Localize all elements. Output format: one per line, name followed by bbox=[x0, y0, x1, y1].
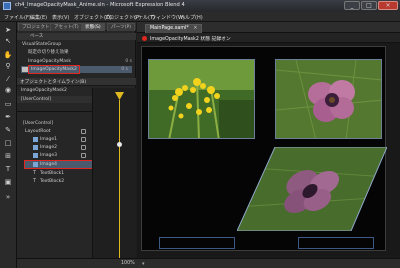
artboard[interactable] bbox=[141, 46, 387, 251]
scope-label: [UserControl] bbox=[21, 97, 52, 102]
record-on-icon[interactable] bbox=[142, 36, 147, 41]
image2-poppy[interactable] bbox=[275, 59, 382, 139]
state-time-1: 0 s bbox=[125, 59, 132, 64]
visibility-eye-icon[interactable] bbox=[81, 129, 86, 134]
tree-item-image4-label: Image4 bbox=[40, 162, 57, 167]
state-label-1: ImageOpacityMask bbox=[28, 59, 71, 64]
blend-app-icon bbox=[3, 2, 11, 10]
tab-mainpage-label: MainPage.xaml* bbox=[150, 26, 189, 31]
menu-view[interactable]: 表示(V) bbox=[52, 14, 69, 21]
state-record-icon bbox=[22, 67, 28, 72]
timeline-track-area[interactable] bbox=[92, 88, 136, 258]
textblock1-placeholder[interactable] bbox=[159, 237, 235, 249]
menu-edit[interactable]: 編集(E) bbox=[30, 14, 47, 21]
selection-arrow-icon[interactable]: ➤ bbox=[3, 25, 13, 34]
tree-item-textblock2-label: TextBlock2 bbox=[40, 179, 65, 184]
textblock2-placeholder[interactable] bbox=[298, 237, 374, 249]
tree-item-image1-label: Image1 bbox=[40, 137, 57, 142]
menu-file[interactable]: ファイル(F) bbox=[4, 14, 31, 21]
pencil-icon[interactable]: ✎ bbox=[3, 125, 13, 134]
control-icon[interactable]: ▣ bbox=[3, 177, 13, 186]
state-row-1[interactable]: ImageOpacityMask 0 s bbox=[17, 58, 136, 65]
text-icon: T bbox=[33, 178, 37, 184]
toolbox: ➤ ↖ ✋ ⚲ ⁄ ◉ ▭ ✒ ✎ □ ⊞ T ▣ » bbox=[0, 22, 17, 268]
objects-header: オブジェクトとタイムライン(B) bbox=[17, 78, 136, 86]
image4-skewed-poppy[interactable] bbox=[237, 147, 387, 231]
state-recording-bar: ImageOpacityMask2 状態 記録オン bbox=[137, 33, 400, 43]
default-transition-label: 既定の切り替え効果 bbox=[28, 50, 69, 55]
zoom-dropdown-icon[interactable]: ▾ bbox=[142, 261, 145, 267]
tab-parts[interactable]: パーツ(P) bbox=[107, 23, 136, 31]
status-bar: 100% ▾ bbox=[17, 258, 400, 268]
image-icon bbox=[33, 137, 38, 142]
tree-item-image3-label: Image3 bbox=[40, 153, 57, 158]
menu-bar: ファイル(F) 編集(E) 表示(V) オブジェクト(O) プロジェクト(P) … bbox=[0, 12, 400, 22]
minimize-button[interactable]: _ bbox=[344, 1, 360, 10]
playhead-line[interactable] bbox=[119, 100, 120, 260]
document-tabs: MainPage.xaml* × bbox=[137, 22, 400, 33]
state-group-label: VisualStateGroup bbox=[22, 42, 62, 47]
direct-select-icon[interactable]: ↖ bbox=[3, 36, 13, 45]
title-bar: ch4_ImageOpacityMask_Anime.sln - Microso… bbox=[0, 0, 400, 12]
state-time-2: 0 s bbox=[121, 67, 128, 72]
yellow-flower-photo bbox=[149, 60, 254, 138]
pan-hand-icon[interactable]: ✋ bbox=[3, 50, 13, 59]
image-icon bbox=[33, 153, 38, 158]
window-title: ch4_ImageOpacityMask_Anime.sln - Microso… bbox=[15, 2, 185, 8]
eyedropper-icon[interactable]: ⁄ bbox=[3, 74, 13, 83]
tab-close-icon[interactable]: × bbox=[193, 26, 197, 31]
state-base-label: ベース bbox=[30, 34, 44, 39]
tab-states[interactable]: 状態(S) bbox=[81, 23, 105, 31]
text-icon: T bbox=[33, 170, 37, 176]
state-row-2-selected[interactable]: ImageOpacityMask2 0 s bbox=[21, 65, 132, 74]
panel-tabstrip: プロジェクト(J) アセット(T) 状態(S) パーツ(P) bbox=[17, 22, 136, 31]
objects-header-label: オブジェクトとタイムライン(B) bbox=[20, 80, 87, 85]
pen-icon[interactable]: ✒ bbox=[3, 112, 13, 121]
text-tool-icon[interactable]: T bbox=[3, 164, 13, 173]
tree-item-image2-label: Image2 bbox=[40, 145, 57, 150]
state-base-row[interactable]: ベース bbox=[17, 33, 136, 40]
gradient-icon[interactable]: ▭ bbox=[3, 99, 13, 108]
maximize-button[interactable]: □ bbox=[361, 1, 377, 10]
paint-bucket-icon[interactable]: ◉ bbox=[3, 85, 13, 94]
state-recording-label: ImageOpacityMask2 状態 記録オン bbox=[150, 37, 231, 42]
menu-help[interactable]: ヘルプ(H) bbox=[180, 14, 203, 21]
tab-assets[interactable]: アセット(T) bbox=[50, 23, 83, 31]
state-group-row[interactable]: VisualStateGroup bbox=[17, 41, 136, 48]
image1-yellow-flowers[interactable] bbox=[148, 59, 255, 139]
visibility-eye-icon[interactable] bbox=[81, 145, 86, 150]
rectangle-icon[interactable]: □ bbox=[3, 138, 13, 147]
storyboard-label: ImageOpacityMask2 bbox=[21, 88, 67, 93]
poppy-photo bbox=[276, 60, 381, 138]
visibility-eye-icon[interactable] bbox=[81, 153, 86, 158]
asset-icon[interactable]: » bbox=[3, 192, 13, 201]
zoom-level[interactable]: 100% bbox=[121, 261, 135, 266]
close-button[interactable]: × bbox=[378, 1, 398, 10]
image-icon bbox=[33, 145, 38, 150]
zoom-icon[interactable]: ⚲ bbox=[3, 61, 13, 70]
tab-mainpage[interactable]: MainPage.xaml* × bbox=[145, 24, 203, 33]
tree-usercontrol-label: [UserControl] bbox=[23, 121, 54, 126]
state-label-2: ImageOpacityMask2 bbox=[28, 65, 80, 74]
image-icon bbox=[33, 162, 38, 167]
tree-item-textblock1-label: TextBlock1 bbox=[40, 171, 65, 176]
layout-grid-icon[interactable]: ⊞ bbox=[3, 151, 13, 160]
visibility-eye-icon[interactable] bbox=[81, 137, 86, 142]
default-transition-row[interactable]: 既定の切り替え効果 bbox=[17, 49, 136, 56]
keyframe-marker[interactable] bbox=[117, 142, 122, 147]
tree-layoutroot-label: LayoutRoot bbox=[25, 129, 51, 134]
